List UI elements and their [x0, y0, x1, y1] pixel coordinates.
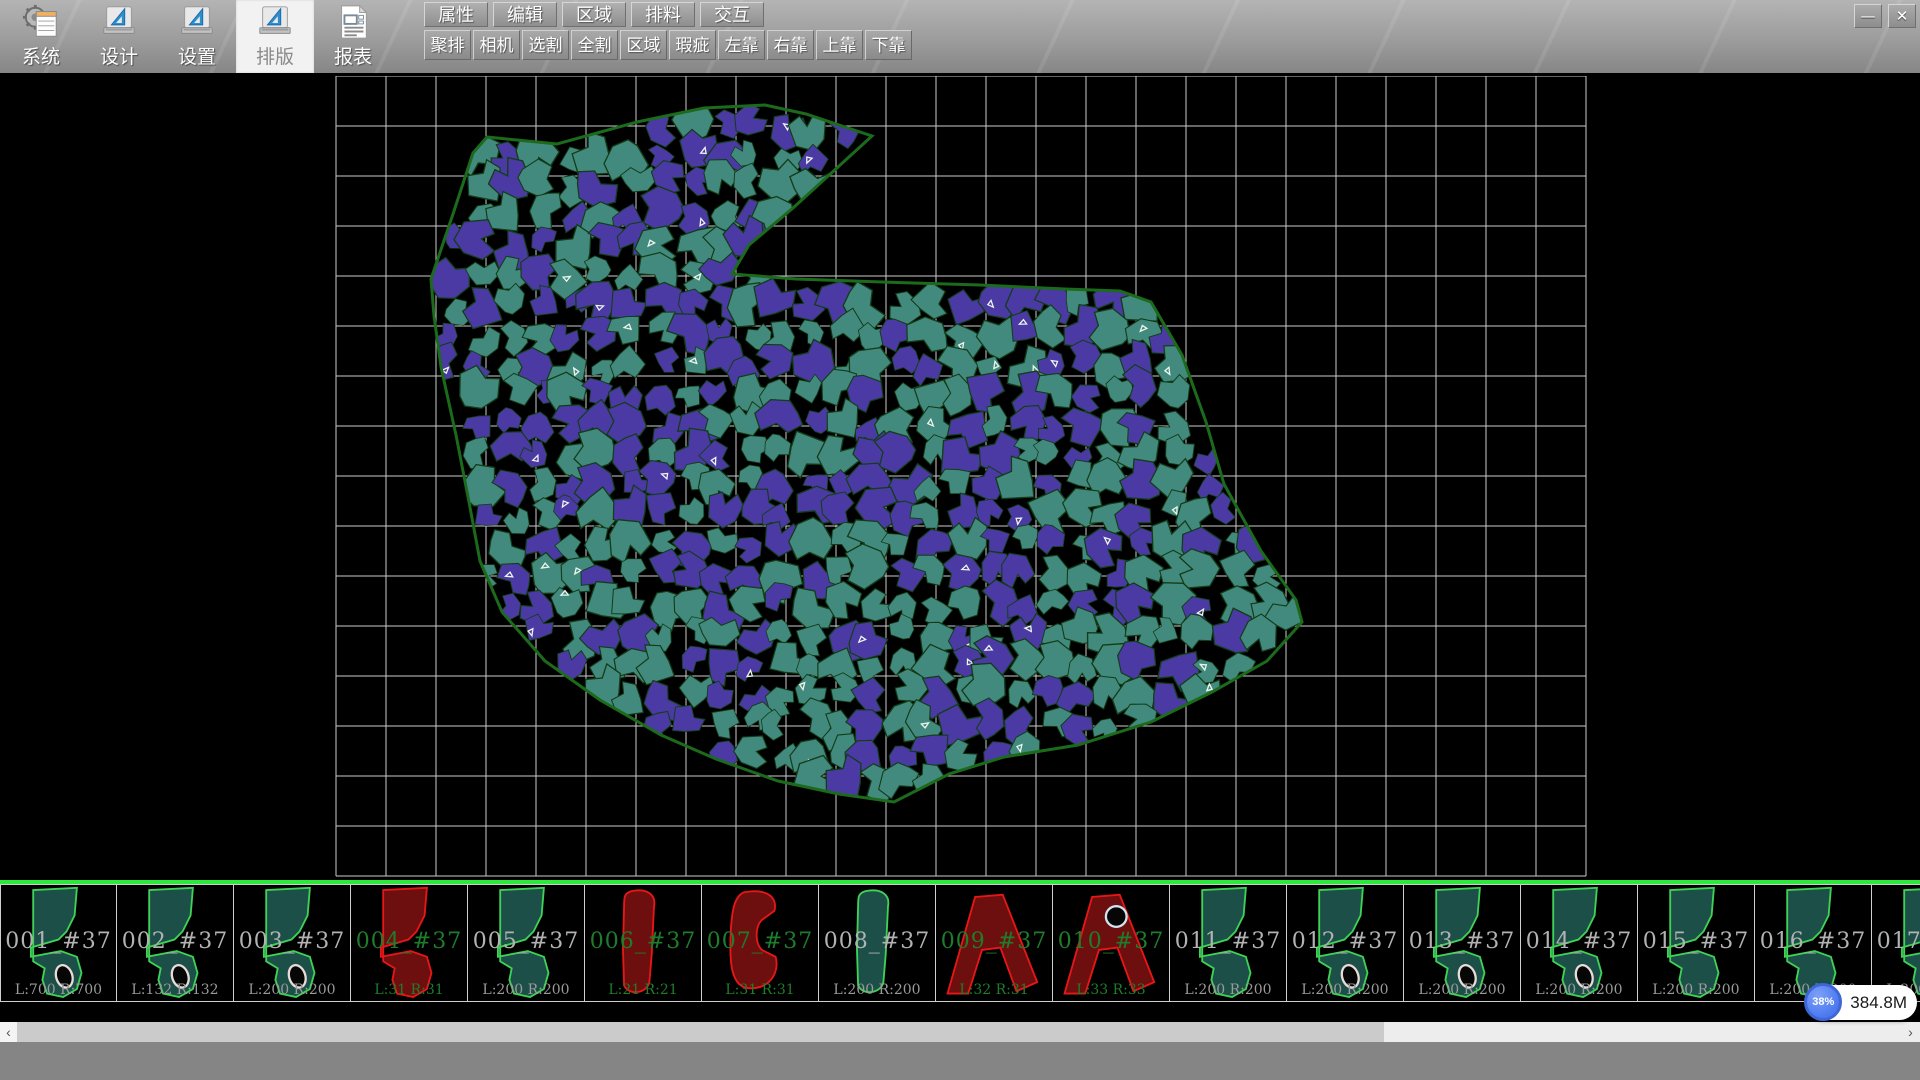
filmstrip-piece-001_#37[interactable]: 001_#37 L:700 R:700 — [0, 884, 117, 1002]
filmstrip-piece-012_#37[interactable]: 012_#37 L:200 R:200 — [1287, 884, 1404, 1002]
piece-id-label: 008_#37 — [819, 929, 935, 954]
piece-id-label: 017_#37 — [1872, 929, 1920, 954]
tool-button-0[interactable]: 聚排 — [424, 30, 471, 60]
nav-tab-label: 设置 — [178, 42, 216, 69]
tool-button-2[interactable]: 选割 — [522, 30, 569, 60]
piece-id-label: 001_#37 — [1, 929, 116, 954]
piece-lr-count-label: L:200 R:200 — [819, 982, 935, 998]
piece-id-label: 007_#37 — [702, 929, 818, 954]
filmstrip-piece-003_#37[interactable]: 003_#37 L:200 R:200 — [234, 884, 351, 1002]
tool-button-row: 聚排相机选割全割区域瑕疵左靠右靠上靠下靠 — [424, 30, 912, 60]
settings-icon — [178, 3, 216, 41]
piece-id-label: 015_#37 — [1638, 929, 1754, 954]
design-icon — [100, 3, 138, 41]
menu-tab-3[interactable]: 排料 — [631, 2, 695, 27]
window-controls: — ✕ — [1854, 4, 1916, 28]
scrollbar-thumb[interactable] — [17, 1022, 1384, 1042]
filmstrip-piece-007_#37[interactable]: 007_#37 L:31 R:31 — [702, 884, 819, 1002]
minimize-button[interactable]: — — [1854, 4, 1882, 28]
nav-tab-label: 系统 — [22, 42, 60, 69]
nav-tab-settings[interactable]: 设置 — [158, 0, 236, 73]
nav-tab-report[interactable]: 报表 — [314, 0, 392, 73]
menu-stack: 属性编辑区域排料交互 聚排相机选割全割区域瑕疵左靠右靠上靠下靠 — [424, 0, 912, 60]
filmstrip-piece-015_#37[interactable]: 015_#37 L:200 R:200 — [1638, 884, 1755, 1002]
menu-tab-4[interactable]: 交互 — [700, 2, 764, 27]
menu-tab-row: 属性编辑区域排料交互 — [424, 2, 912, 27]
memory-percent-badge: 38% — [1804, 983, 1842, 1021]
piece-lr-count-label: L:21 R:21 — [585, 982, 701, 998]
filmstrip-piece-004_#37[interactable]: 004_#37 L:31 R:31 — [351, 884, 468, 1002]
piece-id-label: 002_#37 — [117, 929, 233, 954]
menu-tab-1[interactable]: 编辑 — [493, 2, 557, 27]
system-icon — [22, 3, 60, 41]
horizontal-scrollbar[interactable]: ‹ › — [0, 1022, 1920, 1042]
piece-id-label: 011_#37 — [1170, 929, 1286, 954]
tool-button-8[interactable]: 上靠 — [816, 30, 863, 60]
piece-lr-count-label: L:200 R:200 — [1287, 982, 1403, 998]
piece-id-label: 012_#37 — [1287, 929, 1403, 954]
tool-button-7[interactable]: 右靠 — [767, 30, 814, 60]
piece-id-label: 014_#37 — [1521, 929, 1637, 954]
piece-id-label: 013_#37 — [1404, 929, 1520, 954]
piece-id-label: 005_#37 — [468, 929, 584, 954]
nav-tab-label: 排版 — [256, 42, 294, 69]
memory-amount-label: 384.8M — [1850, 993, 1907, 1013]
tool-button-5[interactable]: 瑕疵 — [669, 30, 716, 60]
piece-id-label: 016_#37 — [1755, 929, 1871, 954]
filmstrip-piece-006_#37[interactable]: 006_#37 L:21 R:21 — [585, 884, 702, 1002]
nested-pieces — [419, 100, 1310, 809]
piece-id-label: 003_#37 — [234, 929, 350, 954]
nesting-canvas[interactable] — [334, 76, 1588, 878]
filmstrip-piece-005_#37[interactable]: 005_#37 L:200 R:200 — [468, 884, 585, 1002]
filmstrip-piece-008_#37[interactable]: 008_#37 L:200 R:200 — [819, 884, 936, 1002]
piece-lr-count-label: L:33 R:33 — [1053, 982, 1169, 998]
piece-id-label: 006_#37 — [585, 929, 701, 954]
piece-lr-count-label: L:31 R:31 — [351, 982, 467, 998]
report-icon — [334, 3, 372, 41]
filmstrip-piece-002_#37[interactable]: 002_#37 L:132 R:132 — [117, 884, 234, 1002]
piece-lr-count-label: L:200 R:200 — [1638, 982, 1754, 998]
layout-icon — [256, 3, 294, 41]
scroll-right-arrow-icon[interactable]: › — [1902, 1022, 1919, 1042]
tool-button-3[interactable]: 全割 — [571, 30, 618, 60]
piece-lr-count-label: L:200 R:200 — [1170, 982, 1286, 998]
filmstrip-piece-013_#37[interactable]: 013_#37 L:200 R:200 — [1404, 884, 1521, 1002]
nav-tab-label: 设计 — [100, 42, 138, 69]
piece-id-label: 010_#37 — [1053, 929, 1169, 954]
nav-tabs: 系统 设计 设置 排版 报表 — [2, 0, 392, 73]
filmstrip-piece-014_#37[interactable]: 014_#37 L:200 R:200 — [1521, 884, 1638, 1002]
top-toolbar: 系统设计设置排版报表 属性编辑区域排料交互 聚排相机选割全割区域瑕疵左靠右靠上靠… — [0, 0, 1920, 73]
piece-id-label: 004_#37 — [351, 929, 467, 954]
tool-button-1[interactable]: 相机 — [473, 30, 520, 60]
filmstrip-piece-011_#37[interactable]: 011_#37 L:200 R:200 — [1170, 884, 1287, 1002]
tool-button-4[interactable]: 区域 — [620, 30, 667, 60]
menu-tab-2[interactable]: 区域 — [562, 2, 626, 27]
memory-usage-pill: 38% 384.8M — [1806, 985, 1917, 1020]
scroll-left-arrow-icon[interactable]: ‹ — [0, 1022, 17, 1042]
status-bar — [0, 1042, 1920, 1080]
piece-filmstrip: 001_#37L:700 R:700002_#37L:132 R:132003_… — [0, 884, 1920, 1004]
nesting-workspace[interactable] — [0, 73, 1920, 880]
piece-lr-count-label: L:200 R:200 — [468, 982, 584, 998]
menu-tab-0[interactable]: 属性 — [424, 2, 488, 27]
filmstrip-piece-009_#37[interactable]: 009_#37 L:32 R:31 — [936, 884, 1053, 1002]
piece-lr-count-label: L:200 R:200 — [1404, 982, 1520, 998]
piece-lr-count-label: L:132 R:132 — [117, 982, 233, 998]
nav-tab-label: 报表 — [334, 42, 372, 69]
tool-button-9[interactable]: 下靠 — [865, 30, 912, 60]
nav-tab-design[interactable]: 设计 — [80, 0, 158, 73]
filmstrip-piece-010_#37[interactable]: 010_#37 L:33 R:33 — [1053, 884, 1170, 1002]
piece-lr-count-label: L:700 R:700 — [1, 982, 116, 998]
piece-lr-count-label: L:200 R:200 — [1521, 982, 1637, 998]
piece-lr-count-label: L:31 R:31 — [702, 982, 818, 998]
piece-lr-count-label: L:32 R:31 — [936, 982, 1052, 998]
nav-tab-system[interactable]: 系统 — [2, 0, 80, 73]
tool-button-6[interactable]: 左靠 — [718, 30, 765, 60]
nav-tab-layout[interactable]: 排版 — [236, 0, 314, 73]
piece-id-label: 009_#37 — [936, 929, 1052, 954]
close-button[interactable]: ✕ — [1888, 4, 1916, 28]
piece-lr-count-label: L:200 R:200 — [234, 982, 350, 998]
